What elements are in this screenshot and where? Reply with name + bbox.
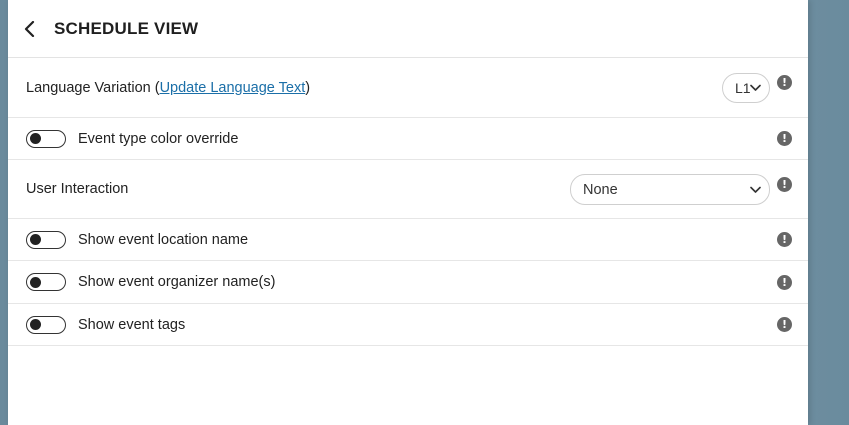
toggle-knob bbox=[30, 319, 41, 330]
chevron-down-icon bbox=[750, 186, 761, 193]
language-select-value: L1 bbox=[735, 80, 751, 96]
panel-header: SCHEDULE VIEW bbox=[8, 0, 808, 58]
chevron-left-icon bbox=[24, 20, 35, 37]
page-title: SCHEDULE VIEW bbox=[54, 18, 199, 38]
setting-row-color-override: Event type color override ! bbox=[8, 118, 808, 160]
setting-row-event-tags: Show event tags ! bbox=[8, 304, 808, 346]
setting-row-location-name: Show event location name ! bbox=[8, 219, 808, 261]
language-label: Language Variation (Update Language Text… bbox=[26, 79, 311, 96]
info-icon[interactable]: ! bbox=[777, 317, 792, 332]
schedule-view-panel: SCHEDULE VIEW Language Variation (Update… bbox=[8, 0, 808, 425]
color-override-toggle[interactable] bbox=[26, 129, 66, 148]
color-override-label: Event type color override bbox=[78, 130, 239, 147]
setting-row-language: Language Variation (Update Language Text… bbox=[8, 58, 808, 118]
info-icon[interactable]: ! bbox=[777, 177, 792, 192]
organizer-name-toggle[interactable] bbox=[26, 273, 66, 291]
info-icon[interactable]: ! bbox=[777, 274, 792, 290]
location-name-label: Show event location name bbox=[78, 231, 249, 248]
setting-row-organizer-name: Show event organizer name(s) ! bbox=[8, 261, 808, 304]
organizer-name-label: Show event organizer name(s) bbox=[78, 274, 276, 290]
location-name-toggle[interactable] bbox=[26, 230, 66, 249]
info-icon[interactable]: ! bbox=[777, 232, 792, 247]
update-language-text-link[interactable]: Update Language Text bbox=[160, 80, 306, 96]
setting-row-user-interaction: User Interaction None ! bbox=[8, 160, 808, 219]
toggle-knob bbox=[30, 234, 41, 245]
info-icon[interactable]: ! bbox=[777, 131, 792, 146]
language-select[interactable]: L1 bbox=[722, 73, 770, 103]
chevron-down-icon bbox=[750, 84, 761, 91]
event-tags-toggle[interactable] bbox=[26, 315, 66, 334]
toggle-knob bbox=[30, 276, 41, 288]
event-tags-label: Show event tags bbox=[78, 316, 186, 333]
toggle-knob bbox=[30, 133, 41, 144]
user-interaction-label: User Interaction bbox=[26, 181, 129, 197]
info-icon[interactable]: ! bbox=[777, 75, 792, 90]
back-button[interactable] bbox=[20, 19, 40, 39]
user-interaction-select-value: None bbox=[583, 181, 618, 198]
user-interaction-select[interactable]: None bbox=[570, 174, 770, 205]
